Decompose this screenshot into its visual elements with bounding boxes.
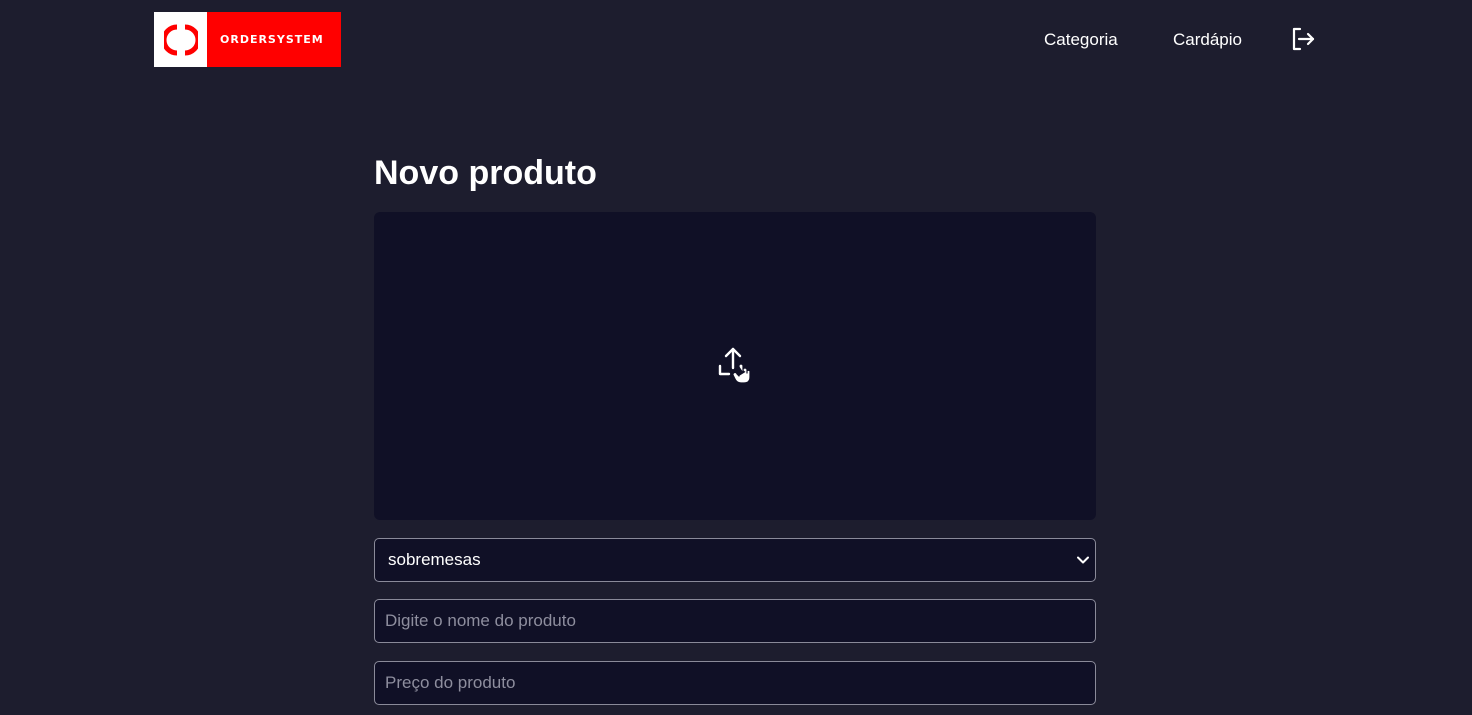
- page-title: Novo produto: [374, 154, 597, 192]
- top-header: ORDERSYSTEM Categoria Cardápio: [0, 0, 1472, 80]
- product-price-input[interactable]: [374, 661, 1096, 705]
- image-upload-area[interactable]: [374, 212, 1096, 520]
- nav-link-cardapio[interactable]: Cardápio: [1173, 30, 1242, 50]
- upload-icon: [718, 347, 751, 384]
- nav-link-categoria[interactable]: Categoria: [1044, 30, 1118, 50]
- logo-mark-icon: [154, 12, 207, 67]
- product-name-input[interactable]: [374, 599, 1096, 643]
- chevron-down-icon: [1077, 556, 1089, 564]
- logo-text: ORDERSYSTEM: [220, 33, 324, 46]
- category-select-value: sobremesas: [388, 550, 481, 569]
- category-select[interactable]: sobremesas: [374, 538, 1096, 582]
- ordersystem-logo[interactable]: ORDERSYSTEM: [154, 12, 341, 67]
- logout-icon[interactable]: [1290, 26, 1316, 52]
